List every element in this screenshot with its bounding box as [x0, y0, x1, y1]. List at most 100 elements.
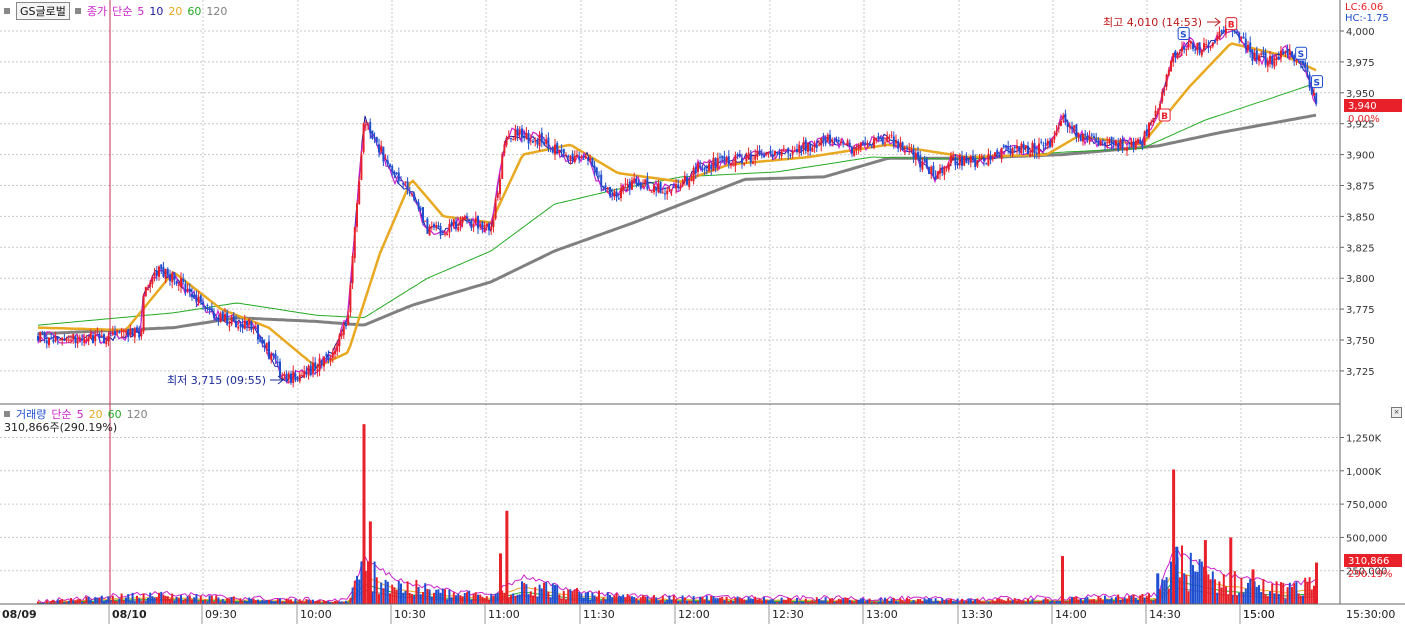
candle-body — [679, 186, 682, 188]
candle-body — [738, 153, 741, 157]
candle-body — [686, 177, 688, 185]
legend-vol-ma120[interactable]: 120 — [127, 408, 148, 421]
candle-body — [646, 178, 649, 190]
volume-bar — [576, 588, 578, 604]
candle-body — [1066, 121, 1069, 127]
candle-body — [668, 189, 671, 191]
volume-bar — [78, 598, 81, 604]
candle-body — [1214, 40, 1216, 43]
volume-bar — [182, 600, 185, 604]
stock-chart[interactable]: BSBSS 4,0003,9753,9503,9253,9003,8753,85… — [0, 0, 1405, 624]
stock-name[interactable]: GS글로벌 — [16, 2, 70, 20]
candle-body — [325, 354, 328, 356]
volume-bar — [483, 598, 486, 604]
candle-body — [822, 137, 825, 142]
candle-body — [833, 138, 836, 140]
volume-bar — [1134, 597, 1137, 604]
candle-body — [540, 132, 543, 143]
volume-bar — [61, 599, 64, 604]
legend-method[interactable]: 단순 — [112, 3, 132, 19]
candle-body — [521, 128, 523, 138]
volume-bar — [661, 595, 664, 604]
candle-body — [153, 272, 156, 276]
volume-bar — [1247, 582, 1249, 604]
current-volume-label: 310,866 — [1348, 556, 1389, 567]
candle-body — [413, 193, 416, 201]
volume-spike-bar — [1156, 573, 1160, 604]
volume-bar — [70, 598, 72, 604]
volume-bar — [857, 599, 860, 604]
legend-ma10[interactable]: 10 — [149, 5, 163, 18]
legend-ma20[interactable]: 20 — [168, 5, 182, 18]
candle-body — [1082, 133, 1084, 142]
candle-body — [386, 160, 389, 165]
volume-bar — [734, 597, 737, 604]
volume-bar — [837, 598, 840, 604]
candle-body — [505, 138, 508, 145]
time-tick-label: 12:30 — [772, 608, 804, 621]
volume-bar — [98, 598, 101, 604]
candle-body — [472, 224, 475, 227]
candle-body — [125, 330, 127, 333]
volume-bar — [611, 597, 614, 604]
candle-body — [765, 152, 768, 155]
volume-bar — [485, 596, 488, 604]
legend-price-type[interactable]: 종가 — [87, 3, 107, 19]
volume-bar — [719, 597, 721, 604]
candle-body — [1269, 55, 1271, 63]
volume-bar — [413, 595, 416, 604]
candle-body — [400, 180, 402, 182]
candle-body — [1185, 48, 1188, 51]
volume-bar — [494, 593, 497, 604]
volume-bar — [866, 599, 869, 604]
volume-bar — [688, 600, 691, 604]
candle-body — [875, 138, 878, 141]
volume-bar — [965, 600, 968, 604]
volume-bar — [191, 599, 193, 604]
candle-body — [314, 362, 317, 370]
candle-body — [562, 148, 565, 154]
volume-bar — [232, 596, 235, 604]
candle-body — [323, 356, 325, 367]
volume-tick-label: 1,250K — [1346, 434, 1382, 445]
candle-body — [675, 183, 677, 189]
candle-body — [281, 377, 284, 379]
volume-bar — [1196, 571, 1199, 604]
volume-panel-close-icon[interactable]: × — [1391, 407, 1402, 418]
candle-body — [1016, 145, 1018, 149]
candle-body — [120, 330, 123, 333]
volume-bar — [455, 595, 457, 604]
candle-body — [466, 216, 468, 219]
candle-body — [565, 154, 567, 156]
candle-body — [991, 157, 994, 160]
candle-body — [584, 156, 587, 159]
volume-bar — [1308, 577, 1311, 604]
volume-bar — [138, 598, 141, 604]
volume-bar — [771, 599, 774, 604]
candle-body — [138, 331, 141, 338]
candle-body — [248, 319, 251, 325]
volume-bar — [158, 592, 160, 604]
candle-body — [774, 150, 776, 155]
legend-ma60[interactable]: 60 — [187, 5, 201, 18]
candle-body — [1132, 142, 1135, 148]
volume-bar — [609, 594, 611, 604]
volume-bar — [1115, 597, 1117, 604]
volume-bar — [1088, 599, 1091, 604]
volume-bar — [186, 596, 189, 604]
candle-body — [956, 164, 959, 166]
legend-ma5[interactable]: 5 — [137, 5, 144, 18]
candle-body — [846, 140, 849, 145]
candle-body — [1064, 113, 1067, 122]
volume-bar — [644, 596, 647, 604]
volume-bar — [217, 597, 220, 604]
legend-ma120[interactable]: 120 — [206, 5, 227, 18]
volume-bar — [642, 595, 644, 604]
candle-body — [767, 151, 770, 153]
candle-body — [1240, 36, 1243, 39]
volume-bar — [1297, 593, 1300, 604]
candle-body — [549, 148, 552, 150]
candle-body — [296, 379, 299, 381]
volume-spike-bar — [368, 521, 372, 604]
time-tick-label: 15:30:00 — [1346, 608, 1395, 621]
